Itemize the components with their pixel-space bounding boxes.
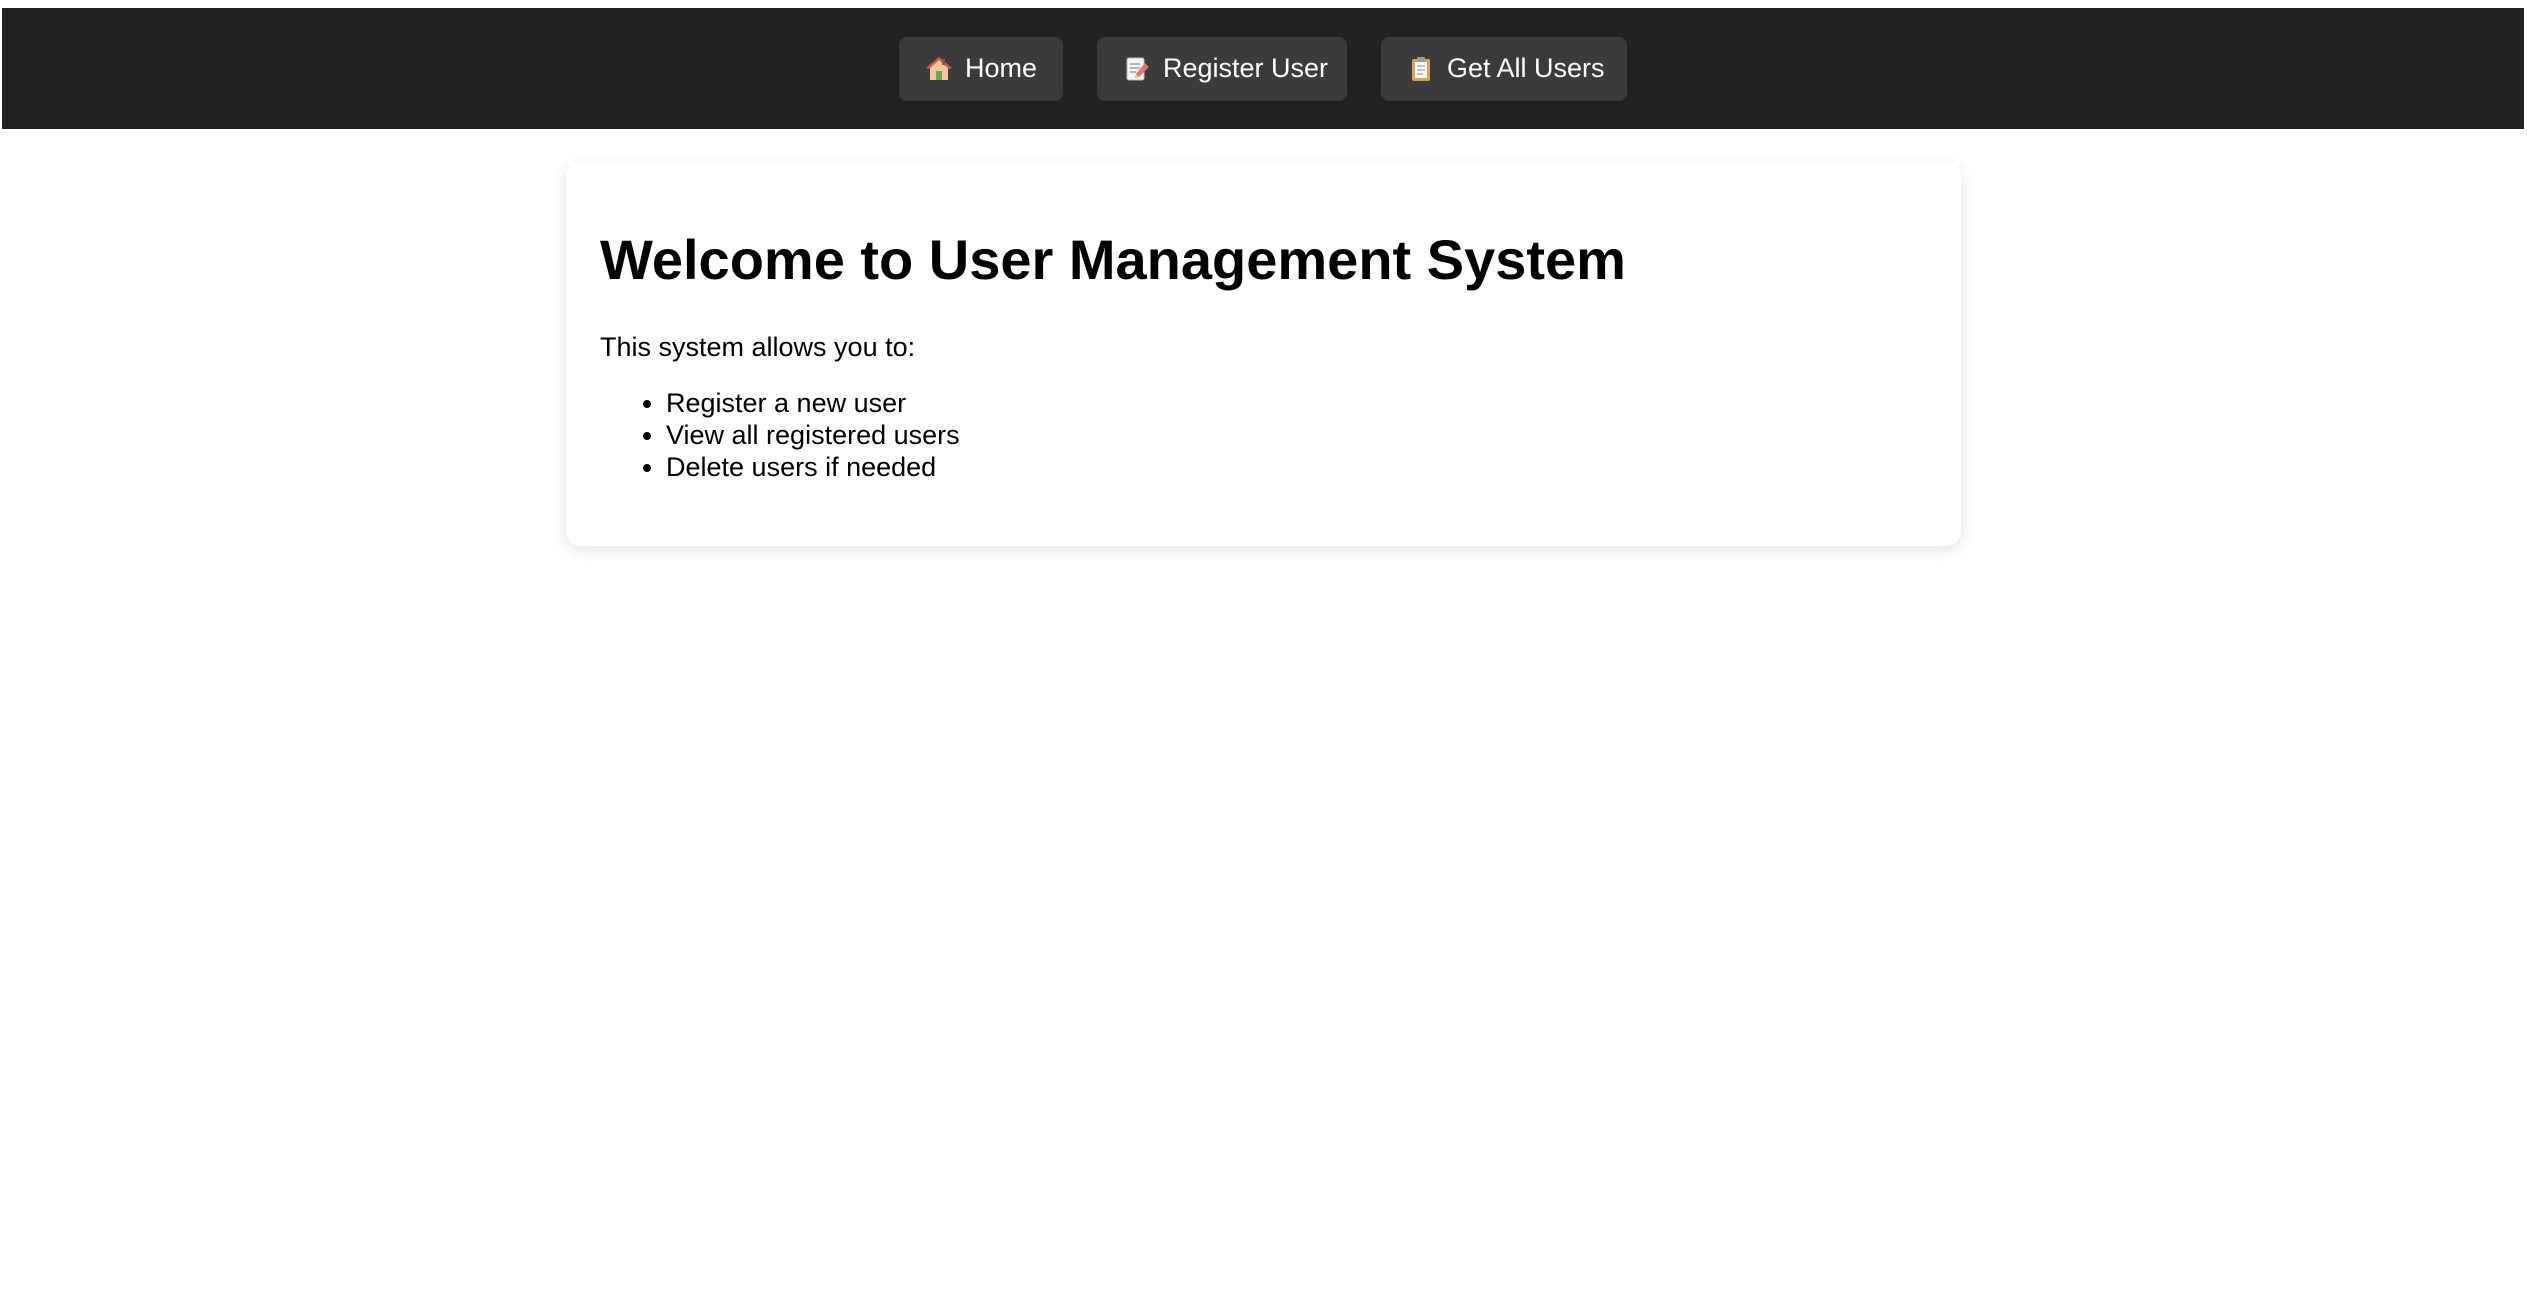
register-user-button[interactable]: Register User [1097,36,1347,101]
clipboard-icon [1407,55,1435,83]
list-item: View all registered users [666,419,1927,451]
register-user-button-label: Register User [1163,53,1329,83]
list-item: Delete users if needed [666,451,1927,483]
page-title: Welcome to User Management System [600,228,1626,291]
get-all-users-button-label: Get All Users [1447,53,1605,83]
get-all-users-button[interactable]: Get All Users [1381,36,1627,101]
top-navbar: Home Register User Get All Users [2,8,2524,129]
home-button[interactable]: Home [899,36,1063,101]
welcome-card: Welcome to User Management System This s… [566,163,1961,546]
home-button-label: Home [965,53,1038,83]
house-icon [925,55,953,83]
list-item: Register a new user [666,387,1927,419]
intro-text: This system allows you to: [600,331,916,362]
feature-list: Register a new user View all registered … [600,387,1927,483]
memo-icon [1123,55,1151,83]
